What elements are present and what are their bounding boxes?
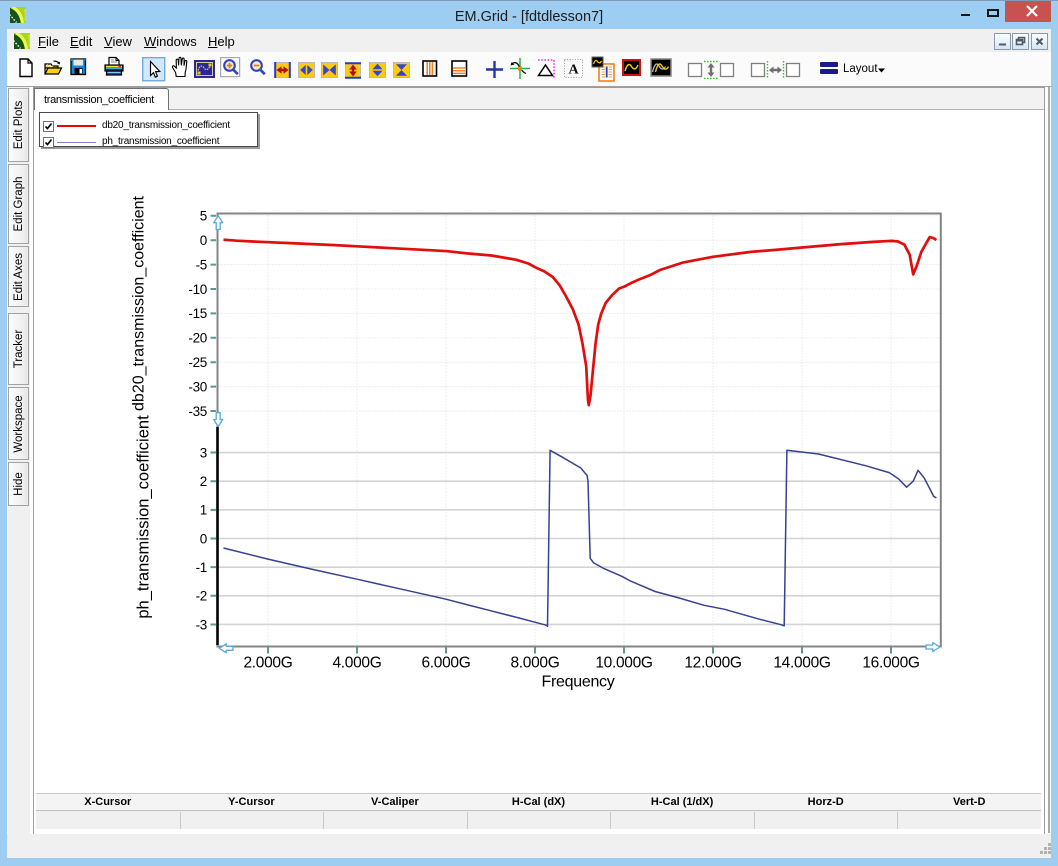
svg-text:14.000G: 14.000G bbox=[773, 655, 830, 672]
svg-text:0: 0 bbox=[200, 531, 207, 546]
svg-text:4.000G: 4.000G bbox=[332, 655, 381, 672]
svg-text:-30: -30 bbox=[188, 379, 207, 394]
svg-text:8.000G: 8.000G bbox=[510, 655, 559, 672]
svg-text:10.000G: 10.000G bbox=[595, 655, 652, 672]
svg-text:2: 2 bbox=[200, 474, 207, 489]
svg-text:-3: -3 bbox=[196, 617, 207, 632]
svg-text:3: 3 bbox=[200, 445, 207, 460]
svg-text:16.000G: 16.000G bbox=[862, 655, 919, 672]
svg-text:-35: -35 bbox=[188, 404, 207, 419]
svg-text:ph_transmission_coefficient: ph_transmission_coefficient bbox=[135, 415, 153, 619]
svg-text:5: 5 bbox=[200, 209, 207, 224]
svg-text:-20: -20 bbox=[188, 331, 207, 346]
svg-text:6.000G: 6.000G bbox=[421, 655, 470, 672]
svg-text:0: 0 bbox=[200, 233, 207, 248]
svg-text:-15: -15 bbox=[188, 306, 207, 321]
svg-text:db20_transmission_coefficient: db20_transmission_coefficient bbox=[131, 195, 148, 411]
svg-text:-2: -2 bbox=[196, 589, 207, 604]
svg-text:-5: -5 bbox=[196, 257, 207, 272]
svg-text:-10: -10 bbox=[188, 282, 207, 297]
svg-text:12.000G: 12.000G bbox=[684, 655, 741, 672]
svg-text:-1: -1 bbox=[196, 560, 207, 575]
svg-text:-25: -25 bbox=[188, 355, 207, 370]
svg-text:A: A bbox=[568, 63, 579, 78]
svg-text:2.000G: 2.000G bbox=[243, 655, 292, 672]
svg-text:1: 1 bbox=[200, 503, 207, 518]
svg-text:Frequency: Frequency bbox=[542, 674, 615, 691]
